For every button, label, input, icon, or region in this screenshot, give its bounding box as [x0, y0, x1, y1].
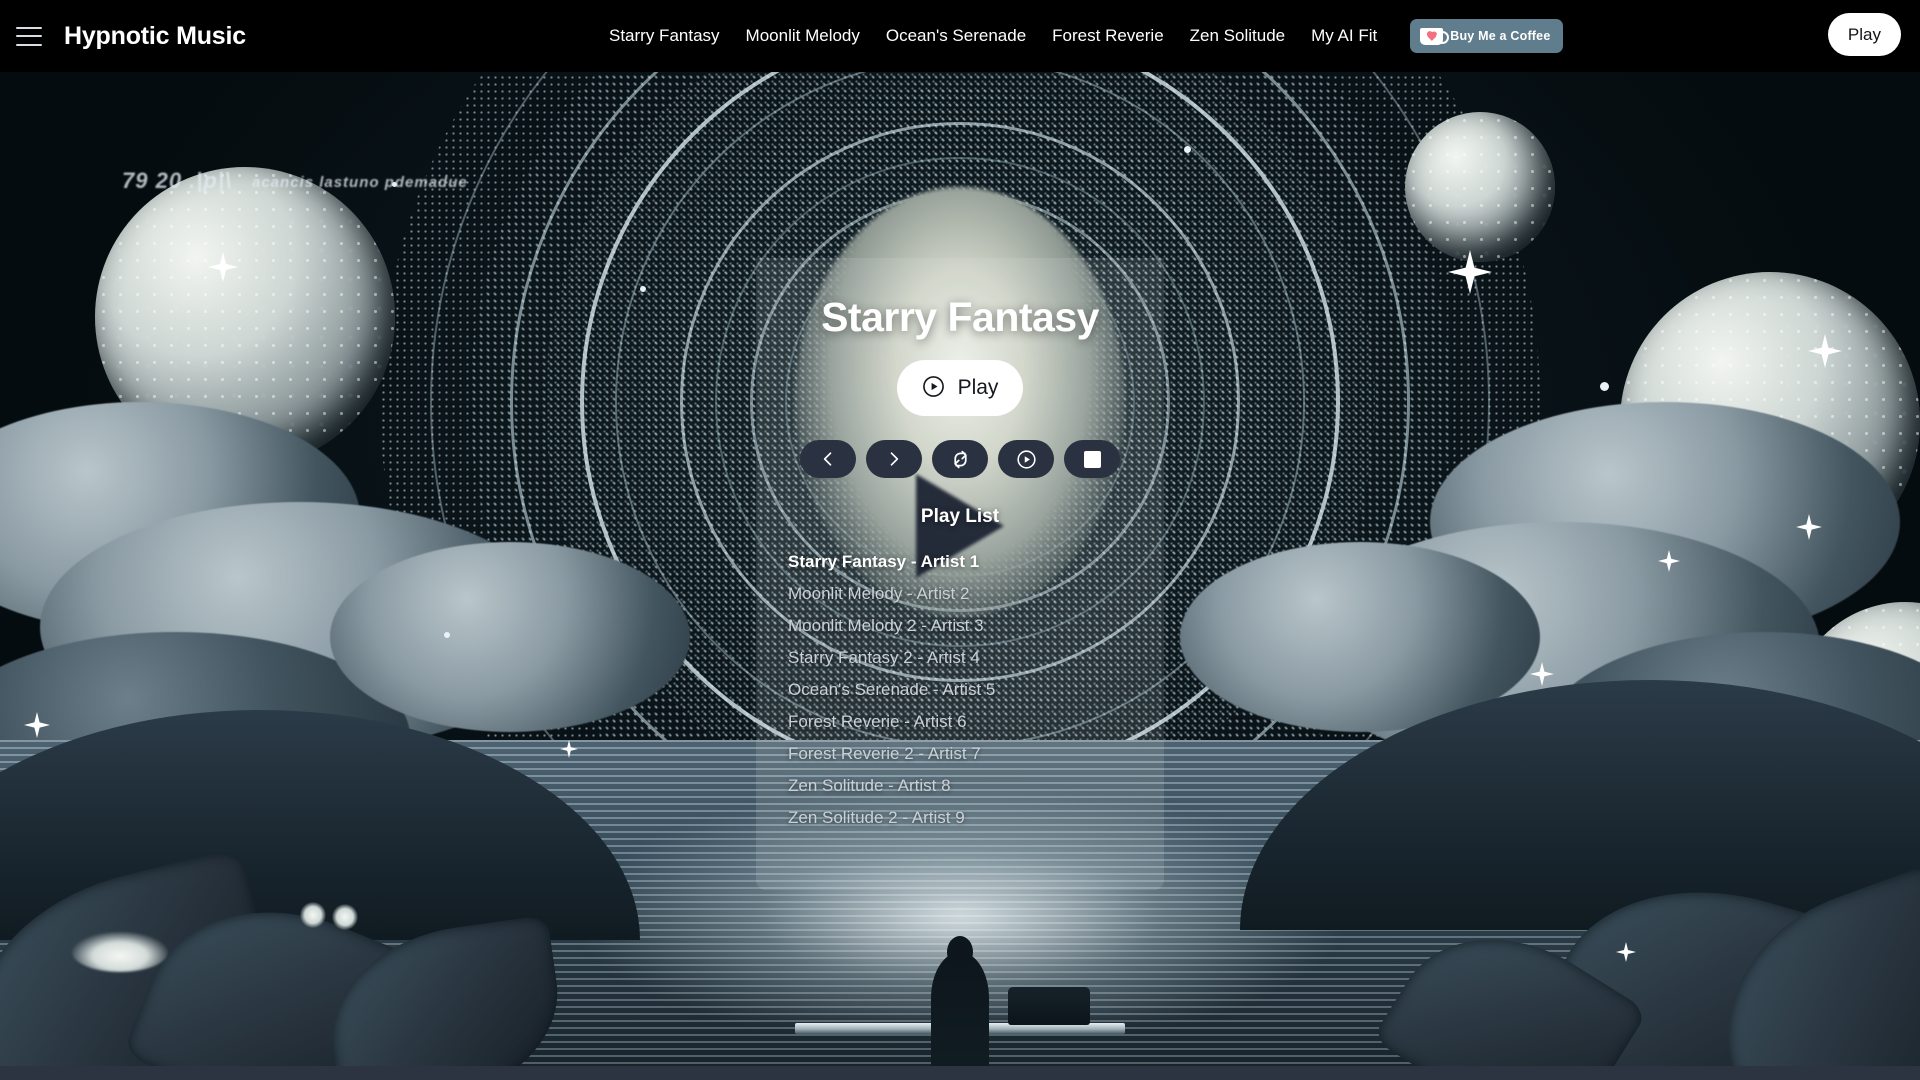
buy-me-a-coffee-label: Buy Me a Coffee — [1450, 29, 1551, 43]
circle-play-icon — [922, 375, 945, 401]
star-dot-1 — [1184, 146, 1191, 153]
nav-link-starry-fantasy[interactable]: Starry Fantasy — [596, 26, 733, 46]
seated-figure-silhouette — [931, 952, 989, 1080]
stop-square-icon — [1083, 450, 1101, 468]
list-item[interactable]: Moonlit Melody 2 - Artist 3 — [788, 610, 1144, 642]
star-dot-3 — [1600, 382, 1609, 391]
circle-play-icon — [1016, 449, 1037, 470]
playlist-heading: Play List — [920, 506, 1000, 527]
previous-track-button[interactable] — [800, 440, 856, 478]
list-item[interactable]: Forest Reverie - Artist 6 — [788, 706, 1144, 738]
main-navigation: Starry Fantasy Moonlit Melody Ocean's Se… — [596, 0, 1564, 72]
coffee-cup-heart-icon — [1420, 27, 1450, 45]
header-play-button[interactable]: Play — [1827, 13, 1901, 56]
bottom-edge-bar — [0, 1066, 1920, 1080]
satchel — [1008, 987, 1090, 1025]
hero-play-button[interactable]: Play — [897, 360, 1023, 416]
next-track-button[interactable] — [866, 440, 922, 478]
buy-me-a-coffee-button[interactable]: Buy Me a Coffee — [1410, 19, 1564, 53]
repeat-button[interactable] — [932, 440, 988, 478]
top-header-bar: Hypnotic Music Starry Fantasy Moonlit Me… — [0, 0, 1920, 72]
player-panel: Starry Fantasy Play Play List Starry Fan… — [756, 258, 1164, 890]
stop-button[interactable] — [1064, 440, 1120, 478]
artwork-decorative-text-right: acancis lastuno pdemadue — [252, 174, 468, 191]
artwork-decorative-text-left: 79 20 .|p|\ — [122, 168, 233, 193]
play-control-button[interactable] — [998, 440, 1054, 478]
dandelion-puff-1 — [300, 902, 326, 928]
playlist-track-list: Starry Fantasy - Artist 1 Moonlit Melody… — [788, 546, 1144, 834]
dandelion-puff-2 — [332, 904, 358, 930]
list-item[interactable]: Moonlit Melody - Artist 2 — [788, 578, 1144, 610]
app-brand-title: Hypnotic Music — [64, 21, 246, 50]
playback-controls — [756, 440, 1164, 478]
cloud-center-left — [330, 542, 690, 732]
chevron-right-icon — [884, 449, 904, 469]
loop-repeat-icon — [950, 449, 971, 470]
nav-link-my-ai-fit[interactable]: My AI Fit — [1298, 26, 1390, 46]
list-item[interactable]: Ocean's Serenade - Artist 5 — [788, 674, 1144, 706]
star-dot-5 — [444, 632, 450, 638]
star-dot-2 — [640, 286, 646, 292]
hamburger-menu-icon[interactable] — [16, 26, 42, 46]
list-item[interactable]: Starry Fantasy - Artist 1 — [788, 546, 1144, 578]
list-item[interactable]: Zen Solitude - Artist 8 — [788, 770, 1144, 802]
moon-upper-right-small — [1405, 112, 1555, 262]
chevron-left-icon — [818, 449, 838, 469]
list-item[interactable]: Forest Reverie 2 - Artist 7 — [788, 738, 1144, 770]
nav-link-zen-solitude[interactable]: Zen Solitude — [1177, 26, 1298, 46]
hero-play-label: Play — [957, 376, 999, 399]
nav-link-oceans-serenade[interactable]: Ocean's Serenade — [873, 26, 1039, 46]
white-lotus-flower — [72, 932, 168, 972]
list-item[interactable]: Starry Fantasy 2 - Artist 4 — [788, 642, 1144, 674]
now-playing-title: Starry Fantasy — [821, 294, 1099, 340]
nav-link-forest-reverie[interactable]: Forest Reverie — [1039, 26, 1176, 46]
nav-link-moonlit-melody[interactable]: Moonlit Melody — [733, 26, 873, 46]
list-item[interactable]: Zen Solitude 2 - Artist 9 — [788, 802, 1144, 834]
